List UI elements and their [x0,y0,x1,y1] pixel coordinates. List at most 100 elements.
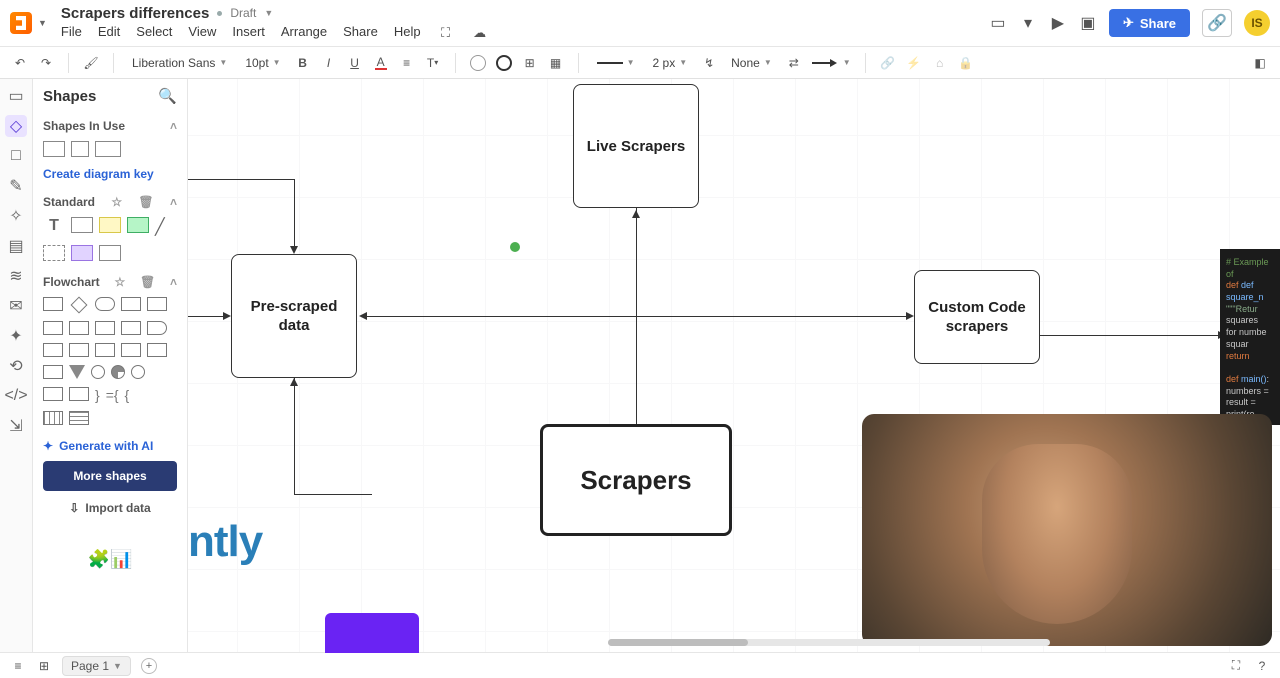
flowchart-star-icon[interactable]: ☆ [114,275,125,289]
camera-icon[interactable]: ▣ [1079,14,1097,32]
connector-h-custom-out2[interactable] [1131,335,1221,336]
menu-arrange[interactable]: Arrange [281,24,327,42]
fc-17[interactable] [69,387,89,401]
connector-h-prescraped-top[interactable] [188,179,294,180]
code-snippet-thumb[interactable]: # Example of def def square_n """Retur s… [1220,249,1280,425]
align-button[interactable]: ≡ [399,55,415,71]
node-pre-scraped[interactable]: Pre-scraped data [231,254,357,378]
font-family-select[interactable]: Liberation Sans▼ [128,54,231,72]
app-menu-chevron[interactable]: ▼ [38,18,47,28]
standard-star-icon[interactable]: ☆ [111,195,122,209]
rail-comment-icon[interactable]: ✉ [5,295,27,317]
fc-3[interactable] [95,321,115,335]
fc-predefined[interactable] [121,297,141,311]
fc-9[interactable] [121,343,141,357]
rail-container-icon[interactable]: □ [5,145,27,167]
fc-table1[interactable] [43,411,63,425]
rail-star-icon[interactable]: ✦ [5,325,27,347]
menu-insert[interactable]: Insert [232,24,265,42]
fc-document[interactable] [147,297,167,311]
standard-collapse-icon[interactable]: ˄ [170,195,177,209]
flowchart-trash-icon[interactable]: 🗑 [140,275,155,289]
help-icon[interactable]: ? [1254,658,1270,674]
apps-icon[interactable]: ⛶ [437,24,455,42]
chevron-down-icon[interactable]: ▾ [1019,14,1037,32]
shape-rect-small[interactable] [71,141,89,157]
fc-6[interactable] [43,343,63,357]
purple-image-fragment[interactable] [325,613,419,653]
fc-brace-close[interactable]: { [125,387,130,403]
fullscreen-icon[interactable]: ⛶ [1228,658,1244,674]
fc-5[interactable] [147,321,167,335]
fc-10[interactable] [147,343,167,357]
text-color-button[interactable]: A [373,55,389,71]
page-tab[interactable]: Page 1 ▼ [62,656,131,676]
collapse-icon[interactable]: ˄ [170,119,177,133]
fc-7[interactable] [69,343,89,357]
page-tab-chevron-icon[interactable]: ▼ [113,661,122,671]
undo-icon[interactable]: ↶ [12,55,28,71]
section-shapes-in-use[interactable]: Shapes In Use [43,119,125,133]
text-fragment-ntly[interactable]: ntly [188,517,262,567]
shape-std-green[interactable] [127,217,149,233]
shape-std-purple[interactable] [71,245,93,261]
import-data-link[interactable]: ⇩ Import data [43,501,177,515]
fc-1[interactable] [43,321,63,335]
text-options-button[interactable]: T▾ [425,55,441,71]
menu-edit[interactable]: Edit [98,24,120,42]
lock-icon[interactable]: 🔒 [958,55,974,71]
format-paint-icon[interactable]: 🖌 [83,55,99,71]
rail-note-icon[interactable]: ▤ [5,235,27,257]
menu-view[interactable]: View [188,24,216,42]
generate-with-ai-link[interactable]: ✦ Generate with AI [43,439,177,453]
italic-button[interactable]: I [321,55,337,71]
flowchart-collapse-icon[interactable]: ˄ [170,275,177,289]
fc-13[interactable] [91,365,105,379]
grid-view-icon[interactable]: ⊞ [36,658,52,674]
connector-h-custom-out1[interactable] [1040,335,1132,336]
share-button[interactable]: ✈ Share [1109,9,1190,37]
search-icon[interactable]: 🔍 [158,87,177,105]
node-scrapers[interactable]: Scrapers [540,424,732,536]
fc-brace-open[interactable]: } [95,387,100,403]
fc-11[interactable] [43,365,63,379]
copy-link-button[interactable]: 🔗 [1202,9,1232,37]
rail-link-icon[interactable]: ⟲ [5,355,27,377]
play-icon[interactable]: ▶ [1049,14,1067,32]
group-icon[interactable]: ⌂ [932,55,948,71]
node-custom-code[interactable]: Custom Code scrapers [914,270,1040,364]
connector-h-left-in[interactable] [188,316,224,317]
fc-terminator[interactable] [95,297,115,311]
shape-std-note[interactable] [99,217,121,233]
document-status[interactable]: Draft [230,6,256,20]
canvas[interactable]: Live Scrapers Pre-scraped data Custom Co… [188,79,1280,652]
fc-8[interactable] [95,343,115,357]
fc-14[interactable] [111,365,125,379]
right-panel-toggle-icon[interactable]: ◧ [1252,55,1268,71]
connector-v-prescraped-bottom[interactable] [294,378,295,494]
font-size-select[interactable]: 10pt▼ [241,54,284,72]
cloud-icon[interactable]: ☁ [471,24,489,42]
section-standard[interactable]: Standard [43,195,95,209]
fc-4[interactable] [121,321,141,335]
rail-code-icon[interactable]: </> [5,385,27,407]
line-end-select[interactable]: ▼ [812,58,851,67]
avatar[interactable]: IS [1244,10,1270,36]
action-icon[interactable]: ⚡ [906,55,922,71]
shape-rect-wide[interactable] [95,141,121,157]
stroke-color-button[interactable] [496,55,512,71]
status-chevron-icon[interactable]: ▼ [264,8,273,18]
connector-h-prescraped-bottom[interactable] [294,494,372,495]
bold-button[interactable]: B [295,55,311,71]
shape-line[interactable]: ╱ [155,217,177,237]
list-view-icon[interactable]: ≡ [10,658,26,674]
fc-brace-eq[interactable]: ={ [106,387,119,403]
rail-export-icon[interactable]: ⇲ [5,415,27,437]
add-page-button[interactable]: + [141,658,157,674]
node-live-scrapers[interactable]: Live Scrapers [573,84,699,208]
create-diagram-key-link[interactable]: Create diagram key [43,167,177,181]
horizontal-scrollbar[interactable] [608,639,1050,646]
shape-std-rect[interactable] [71,217,93,233]
fc-15[interactable] [131,365,145,379]
menu-select[interactable]: Select [136,24,172,42]
